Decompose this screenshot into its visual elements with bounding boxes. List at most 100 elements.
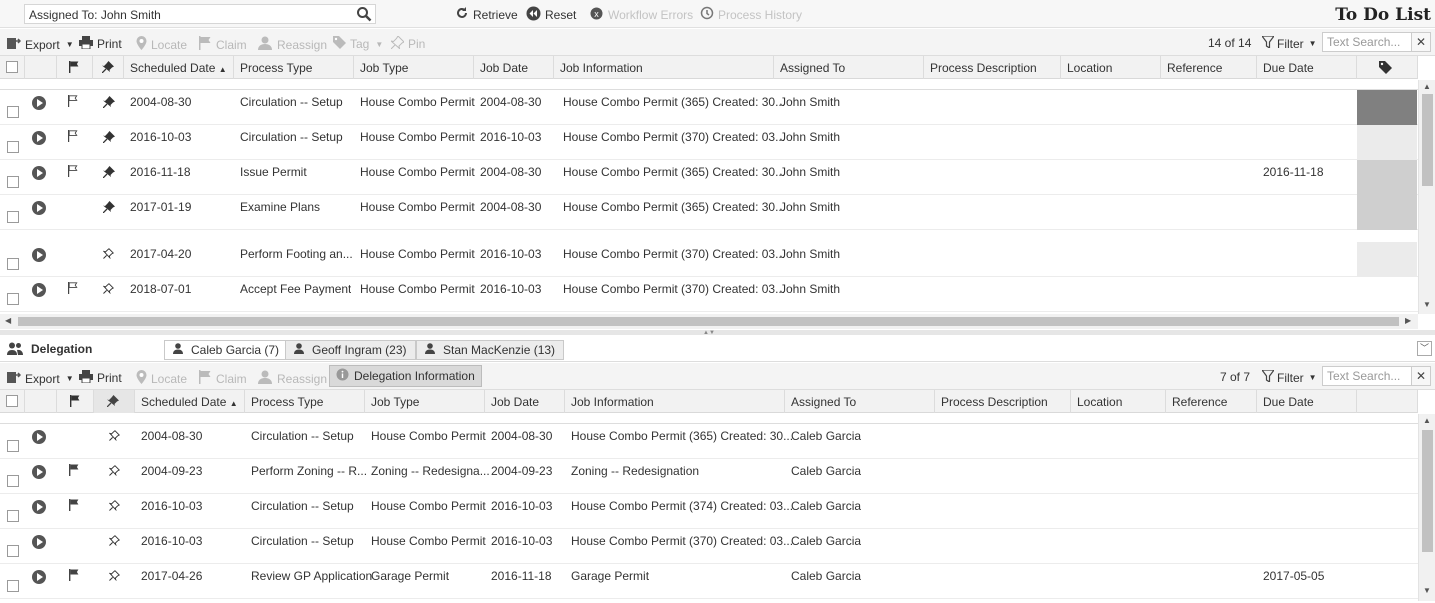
col-scheduled-date[interactable]: Scheduled Date ▲ (124, 56, 234, 79)
table-row[interactable]: 2004-08-30 Circulation -- Setup House Comb… (0, 90, 1418, 125)
col-process-description[interactable]: Process Description (924, 56, 1061, 79)
export-button[interactable]: Export ▼ (6, 36, 74, 53)
claim-button[interactable]: Claim (198, 370, 247, 387)
row-checkbox[interactable] (7, 475, 19, 487)
play-icon[interactable] (32, 430, 46, 444)
delegation-vertical-scrollbar[interactable]: ▲ ▼ (1418, 414, 1435, 601)
table-row[interactable]: 2016-11-18 Issue Permit House Combo Permit… (0, 160, 1418, 195)
col-assigned-to[interactable]: Assigned To (774, 56, 924, 79)
row-checkbox[interactable] (7, 258, 19, 270)
pin-icon[interactable] (109, 465, 120, 479)
flag-icon[interactable] (69, 464, 79, 479)
assigned-to-field[interactable]: Assigned To: John Smith (24, 4, 376, 24)
print-button[interactable]: Print (79, 370, 122, 386)
play-icon[interactable] (32, 96, 46, 110)
tab-geoff-ingram[interactable]: Geoff Ingram (23) (285, 340, 416, 360)
col-process-description[interactable]: Process Description (935, 390, 1071, 413)
row-checkbox[interactable] (7, 176, 19, 188)
table-row[interactable]: 2016-10-03 Circulation -- Setup House Comb… (0, 494, 1418, 529)
pane-splitter[interactable]: ▲▼ (0, 330, 1435, 336)
workflow-errors-button[interactable]: x Workflow Errors (589, 6, 693, 24)
table-row[interactable]: 2004-09-23 Perform Zoning -- R... Zoning -… (0, 459, 1418, 494)
flag-icon[interactable] (69, 499, 79, 514)
row-checkbox[interactable] (7, 141, 19, 153)
table-row[interactable]: 2018-07-01 Accept Fee Payment House Combo … (0, 277, 1418, 312)
play-icon[interactable] (32, 283, 46, 297)
row-checkbox[interactable] (7, 293, 19, 305)
scrollbar-thumb[interactable] (18, 317, 1399, 326)
pin-icon[interactable] (103, 248, 114, 262)
row-checkbox[interactable] (7, 580, 19, 592)
col-scheduled-date[interactable]: Scheduled Date ▲ (135, 390, 245, 413)
row-checkbox[interactable] (7, 510, 19, 522)
col-reference[interactable]: Reference (1161, 56, 1257, 79)
col-job-type[interactable]: Job Type (365, 390, 485, 413)
table-row[interactable]: 2016-10-03 Circulation -- Setup House Comb… (0, 529, 1418, 564)
pin-col-header[interactable] (93, 56, 124, 79)
reassign-button[interactable]: Reassign (257, 36, 327, 53)
pin-icon[interactable] (103, 166, 115, 181)
retrieve-button[interactable]: Retrieve (455, 6, 518, 23)
collapse-button[interactable]: ﹀ (1417, 341, 1432, 356)
pin-icon[interactable] (103, 131, 115, 146)
locate-button[interactable]: Locate (136, 36, 187, 53)
tab-stan-mackenzie[interactable]: Stan MacKenzie (13) (416, 340, 565, 360)
play-icon[interactable] (32, 201, 46, 215)
col-due-date[interactable]: Due Date (1257, 56, 1357, 79)
row-checkbox[interactable] (7, 440, 19, 452)
row-checkbox[interactable] (7, 211, 19, 223)
tag-button[interactable]: Tag ▼ (333, 36, 383, 52)
process-history-button[interactable]: Process History (700, 6, 802, 23)
pin-col-header[interactable] (94, 390, 135, 413)
export-button[interactable]: Export ▼ (6, 370, 74, 387)
scrollbar-thumb[interactable] (1422, 94, 1433, 186)
row-checkbox[interactable] (7, 545, 19, 557)
print-button[interactable]: Print (79, 36, 122, 52)
col-assigned-to[interactable]: Assigned To (785, 390, 935, 413)
grid-vertical-scrollbar[interactable]: ▲ ▼ (1418, 80, 1435, 314)
flag-icon[interactable] (68, 95, 78, 110)
clear-search-button[interactable]: ✕ (1411, 32, 1431, 52)
table-row[interactable]: 2004-08-30 Circulation -- Setup House Comb… (0, 424, 1418, 459)
play-icon[interactable] (32, 166, 46, 180)
col-job-information[interactable]: Job Information (565, 390, 785, 413)
pin-icon[interactable] (109, 430, 120, 444)
locate-button[interactable]: Locate (136, 370, 187, 387)
select-all-checkbox[interactable] (6, 61, 18, 73)
pin-icon[interactable] (103, 96, 115, 111)
pin-button[interactable]: Pin (389, 35, 425, 52)
flag-icon[interactable] (68, 130, 78, 145)
play-icon[interactable] (32, 500, 46, 514)
select-all-checkbox[interactable] (6, 395, 18, 407)
table-row[interactable]: 2017-01-19 Examine Plans House Combo Permi… (0, 195, 1418, 230)
col-job-date[interactable]: Job Date (485, 390, 565, 413)
reassign-button[interactable]: Reassign (257, 370, 327, 387)
play-icon[interactable] (32, 131, 46, 145)
col-process-type[interactable]: Process Type (234, 56, 354, 79)
search-icon[interactable] (356, 6, 372, 25)
pin-icon[interactable] (109, 570, 120, 584)
col-location[interactable]: Location (1061, 56, 1161, 79)
tab-caleb-garcia[interactable]: Caleb Garcia (7) (164, 340, 289, 360)
flag-col-header[interactable] (57, 390, 94, 413)
scrollbar-thumb[interactable] (1422, 430, 1433, 552)
clear-search-button[interactable]: ✕ (1411, 366, 1431, 386)
play-icon[interactable] (32, 570, 46, 584)
pin-icon[interactable] (103, 283, 114, 297)
table-row[interactable]: 2017-04-26 Review GP Application Garage Pe… (0, 564, 1418, 599)
col-job-type[interactable]: Job Type (354, 56, 474, 79)
row-checkbox[interactable] (7, 106, 19, 118)
play-icon[interactable] (32, 248, 46, 262)
table-row[interactable]: 2016-10-03 Circulation -- Setup House Comb… (0, 125, 1418, 160)
table-row[interactable]: 2017-04-20 Perform Footing an... House Com… (0, 242, 1418, 277)
col-due-date[interactable]: Due Date (1257, 390, 1357, 413)
col-job-information[interactable]: Job Information (554, 56, 774, 79)
filter-button[interactable]: Filter ▼ (1260, 369, 1317, 385)
play-icon[interactable] (32, 465, 46, 479)
col-location[interactable]: Location (1071, 390, 1166, 413)
flag-icon[interactable] (68, 282, 78, 297)
flag-icon[interactable] (69, 569, 79, 584)
claim-button[interactable]: Claim (198, 36, 247, 53)
col-process-type[interactable]: Process Type (245, 390, 365, 413)
flag-icon[interactable] (68, 165, 78, 180)
